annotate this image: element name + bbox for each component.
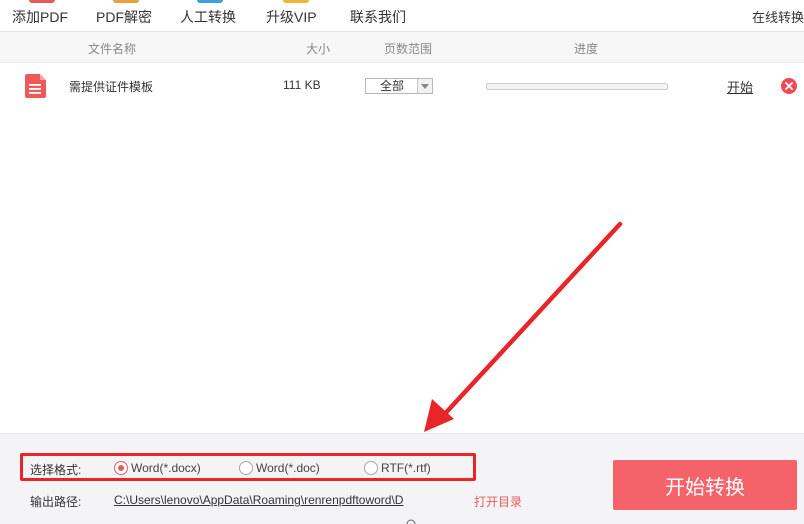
pdf-decrypt-icon xyxy=(113,0,139,3)
manual-convert-icon xyxy=(197,0,223,3)
table-row: 需提供证件模板 111 KB 全部 开始 xyxy=(0,63,804,109)
upgrade-vip-button[interactable]: 升级VIP xyxy=(266,0,326,31)
vip-icon xyxy=(283,0,309,3)
format-label: 选择格式: xyxy=(30,463,82,477)
file-size: 111 KB xyxy=(283,78,321,92)
contact-us-label: 联系我们 xyxy=(350,9,406,25)
file-name: 需提供证件模板 xyxy=(69,80,154,94)
page-range-value: 全部 xyxy=(379,79,404,93)
add-pdf-label: 添加PDF xyxy=(12,9,68,25)
page-range-select[interactable]: 全部 xyxy=(365,78,433,94)
contact-us-button[interactable]: 联系我们 xyxy=(350,0,410,31)
output-path-label: 输出路径: xyxy=(30,495,82,509)
format-docx-label: Word(*.docx) xyxy=(131,461,201,475)
radio-circle[interactable] xyxy=(239,461,253,475)
start-link[interactable]: 开始 xyxy=(727,77,753,96)
add-pdf-icon xyxy=(29,0,55,3)
pdf-decrypt-label: PDF解密 xyxy=(96,9,152,25)
header-page-range: 页数范围 xyxy=(384,42,433,56)
pdf-decrypt-button[interactable]: PDF解密 xyxy=(96,0,156,31)
chevron-down-icon[interactable] xyxy=(417,79,432,93)
header-file-name: 文件名称 xyxy=(88,42,137,56)
radio-circle[interactable] xyxy=(114,461,128,475)
progress-bar xyxy=(486,83,668,90)
bottom-panel: 选择格式: Word(*.docx) Word(*.doc) RTF(*.rtf… xyxy=(0,433,804,524)
manual-convert-label: 人工转换 xyxy=(180,9,236,25)
start-convert-button[interactable]: 开始转换 xyxy=(613,460,797,510)
header-progress: 进度 xyxy=(574,42,599,56)
toolbar: 添加PDF PDF解密 人工转换 升级VIP 联系我们 在线转换 xyxy=(0,0,804,32)
format-rtf-label: RTF(*.rtf) xyxy=(381,461,431,475)
file-table-header: 文件名称 大小 页数范围 进度 xyxy=(0,32,804,63)
add-pdf-button[interactable]: 添加PDF xyxy=(12,0,72,31)
output-path-link[interactable]: C:\Users\lenovo\AppData\Roaming\renrenpd… xyxy=(114,493,466,507)
close-circle-icon[interactable] xyxy=(781,78,797,94)
format-doc-label: Word(*.doc) xyxy=(256,461,320,475)
header-size: 大小 xyxy=(306,42,331,56)
mouse-cursor-icon xyxy=(406,519,416,524)
upgrade-vip-label: 升级VIP xyxy=(266,9,317,25)
manual-convert-button[interactable]: 人工转换 xyxy=(180,0,240,31)
online-convert-link[interactable]: 在线转换 xyxy=(752,7,804,26)
pdf-file-icon xyxy=(25,74,46,98)
open-directory-link[interactable]: 打开目录 xyxy=(474,493,522,510)
radio-circle[interactable] xyxy=(364,461,378,475)
